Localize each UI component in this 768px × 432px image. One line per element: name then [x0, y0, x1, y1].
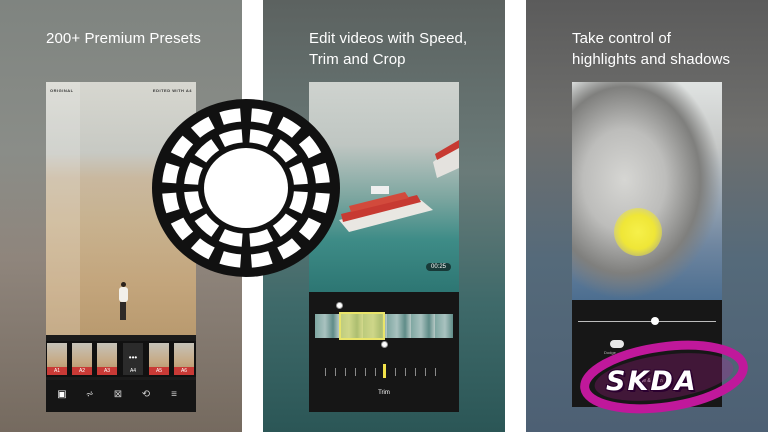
menu-icon[interactable]: ≡: [168, 389, 180, 401]
trim-editor: Trim: [309, 292, 459, 412]
preset-icon[interactable]: ▣: [56, 389, 68, 401]
timecode-badge: 00:25: [425, 263, 451, 271]
preset-thumb-a6[interactable]: A6: [174, 343, 194, 375]
preset-label: A3: [97, 367, 117, 375]
intensity-slider-track[interactable]: [578, 321, 716, 322]
watermark-text: SKDA: [606, 366, 698, 397]
bottom-toolbar: ▣ ⩫ ⊠ ⟲ ≡: [46, 380, 196, 412]
headline-video: Edit videos with Speed, Trim and Crop: [309, 28, 467, 70]
ruler-cursor[interactable]: [383, 364, 386, 378]
edited-label: EDITED WITH A4: [152, 88, 192, 93]
cloud-photo[interactable]: [572, 82, 722, 300]
trim-tool-label[interactable]: Trim: [309, 390, 459, 396]
trim-selection[interactable]: [339, 312, 385, 340]
headline-presets: 200+ Premium Presets: [46, 30, 201, 47]
app-logo-icon: [152, 99, 340, 277]
dodge-brush-indicator[interactable]: [614, 208, 662, 256]
trim-start-handle[interactable]: [336, 302, 343, 309]
headline-line-1: Take control of: [572, 30, 672, 47]
headline-line-2: Trim and Crop: [309, 51, 406, 68]
frame-icon[interactable]: ⊠: [112, 389, 124, 401]
preset-thumb-a5[interactable]: A5: [149, 343, 169, 375]
original-split-overlay[interactable]: [46, 82, 80, 335]
intensity-slider-knob[interactable]: [651, 317, 659, 325]
headline-tone: Take control of highlights and shadows: [572, 28, 730, 70]
preset-thumb-a1[interactable]: A1: [47, 343, 67, 375]
preset-strip: A1 A2 A3 ••• A4 A5 A6: [46, 341, 196, 377]
preset-thumb-a4-selected[interactable]: ••• A4: [123, 343, 143, 375]
headline-line-1: Edit videos with Speed,: [309, 30, 468, 47]
sliders-icon[interactable]: ⩫: [84, 389, 96, 401]
playhead-handle[interactable]: [381, 341, 388, 348]
preset-label: A5: [149, 367, 169, 375]
preset-label: A6: [174, 367, 194, 375]
history-icon[interactable]: ⟲: [140, 389, 152, 401]
preset-label: A4: [123, 367, 143, 375]
preset-thumb-a2[interactable]: A2: [72, 343, 92, 375]
preset-label: A1: [47, 367, 67, 375]
person-figure: [118, 282, 128, 322]
preset-thumb-a3[interactable]: A3: [97, 343, 117, 375]
headline-line-2: highlights and shadows: [572, 51, 731, 68]
more-options-icon[interactable]: •••: [123, 353, 143, 362]
original-label: ORIGINAL: [50, 88, 74, 93]
preset-label: A2: [72, 367, 92, 375]
